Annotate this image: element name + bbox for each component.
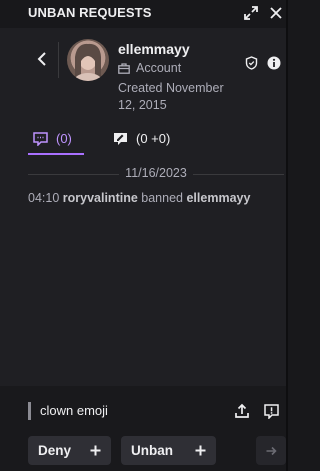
username: ellemmayy: [118, 41, 190, 57]
log-time: 04:10: [28, 191, 60, 205]
expand-button[interactable]: [240, 2, 262, 24]
plus-icon: [195, 445, 206, 456]
deny-label: Deny: [38, 443, 72, 458]
info-button[interactable]: [266, 54, 282, 72]
created-date: Created November 12, 2015: [118, 81, 224, 112]
ban-log-entry: 04:10 roryvalintine banned ellemmayy: [28, 191, 250, 205]
close-button[interactable]: [266, 2, 286, 24]
request-text: clown emoji: [40, 403, 108, 418]
upload-icon: [235, 403, 249, 418]
tab-chat-messages[interactable]: (0): [33, 131, 72, 146]
share-button[interactable]: [233, 402, 251, 420]
unban-button[interactable]: Unban: [121, 436, 216, 465]
log-action: banned: [141, 191, 183, 205]
chevron-left-icon: [37, 52, 46, 66]
quote-bar: [28, 402, 31, 420]
log-date: 11/16/2023: [119, 166, 193, 180]
window-edge: [286, 0, 288, 471]
mod-comment-icon: [114, 132, 127, 145]
report-button[interactable]: [262, 402, 280, 420]
avatar: [67, 39, 109, 81]
close-icon: [270, 7, 282, 19]
log-target[interactable]: ellemmayy: [186, 191, 250, 205]
account-label: Account: [136, 61, 182, 75]
moderation-button[interactable]: [243, 54, 259, 72]
deny-button[interactable]: Deny: [28, 436, 111, 465]
unban-label: Unban: [131, 443, 173, 458]
chat-icon: [33, 131, 48, 146]
info-icon: [267, 56, 281, 70]
active-tab-indicator: [28, 153, 84, 155]
shield-icon: [245, 56, 257, 70]
next-request-button[interactable]: [256, 436, 286, 465]
header-title: UNBAN REQUESTS: [28, 5, 152, 20]
account-type: Account: [118, 61, 181, 75]
back-button[interactable]: [33, 48, 51, 70]
report-icon: [263, 403, 279, 419]
expand-icon: [244, 6, 258, 20]
tab-mod-label: (0 +0): [136, 131, 171, 146]
date-separator: 11/16/2023: [28, 166, 284, 182]
tab-chat-label: (0): [56, 131, 72, 146]
briefcase-icon: [118, 62, 130, 74]
arrow-right-icon: [266, 446, 277, 455]
plus-icon: [90, 445, 101, 456]
tab-mod-comments[interactable]: (0 +0): [113, 131, 170, 146]
log-moderator[interactable]: roryvalintine: [63, 191, 138, 205]
header-divider: [58, 42, 59, 78]
